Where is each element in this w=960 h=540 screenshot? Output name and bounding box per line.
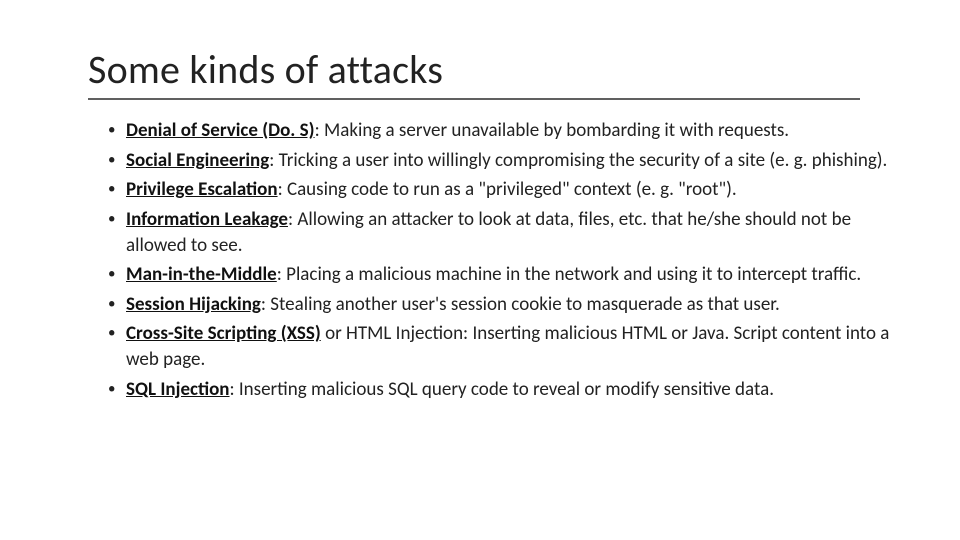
term: Denial of Service (Do. S) xyxy=(126,119,315,142)
list-item: • Denial of Service (Do. S): Making a se… xyxy=(108,118,900,144)
desc: : Placing a malicious machine in the net… xyxy=(277,263,861,286)
bullet-icon: • xyxy=(108,292,126,318)
bullet-icon: • xyxy=(108,177,126,203)
bullet-list: • Denial of Service (Do. S): Making a se… xyxy=(108,118,900,402)
bullet-text: SQL Injection: Inserting malicious SQL q… xyxy=(126,377,900,403)
list-item: • Information Leakage: Allowing an attac… xyxy=(108,207,900,258)
bullet-icon: • xyxy=(108,118,126,144)
term: Privilege Escalation xyxy=(126,178,278,201)
term: Information Leakage xyxy=(126,208,288,231)
slide: Some kinds of attacks • Denial of Servic… xyxy=(0,45,960,540)
bullet-text: Session Hijacking: Stealing another user… xyxy=(126,292,900,318)
desc: : Causing code to run as a "privileged" … xyxy=(278,178,737,201)
bullet-text: Information Leakage: Allowing an attacke… xyxy=(126,207,900,258)
term: Session Hijacking xyxy=(126,293,261,316)
term: Man-in-the-Middle xyxy=(126,263,277,286)
desc: : Inserting malicious SQL query code to … xyxy=(230,378,774,401)
term: SQL Injection xyxy=(126,378,230,401)
bullet-text: Denial of Service (Do. S): Making a serv… xyxy=(126,118,900,144)
term: Cross-Site Scripting (XSS) xyxy=(126,322,321,345)
list-item: • Social Engineering: Tricking a user in… xyxy=(108,148,900,174)
desc: : Stealing another user's session cookie… xyxy=(261,293,780,316)
bullet-text: Privilege Escalation: Causing code to ru… xyxy=(126,177,900,203)
desc: : Making a server unavailable by bombard… xyxy=(315,119,790,142)
list-item: • Session Hijacking: Stealing another us… xyxy=(108,292,900,318)
list-item: • Privilege Escalation: Causing code to … xyxy=(108,177,900,203)
slide-title: Some kinds of attacks xyxy=(88,45,960,94)
bullet-icon: • xyxy=(108,377,126,403)
desc: : Tricking a user into willingly comprom… xyxy=(269,149,887,172)
bullet-icon: • xyxy=(108,207,126,233)
bullet-text: Cross-Site Scripting (XSS) or HTML Injec… xyxy=(126,321,900,372)
term: Social Engineering xyxy=(126,149,269,172)
bullet-text: Man-in-the-Middle: Placing a malicious m… xyxy=(126,262,900,288)
bullet-icon: • xyxy=(108,262,126,288)
list-item: • Cross-Site Scripting (XSS) or HTML Inj… xyxy=(108,321,900,372)
title-underline xyxy=(88,98,860,100)
bullet-icon: • xyxy=(108,321,126,347)
list-item: • SQL Injection: Inserting malicious SQL… xyxy=(108,377,900,403)
list-item: • Man-in-the-Middle: Placing a malicious… xyxy=(108,262,900,288)
bullet-icon: • xyxy=(108,148,126,174)
bullet-text: Social Engineering: Tricking a user into… xyxy=(126,148,900,174)
